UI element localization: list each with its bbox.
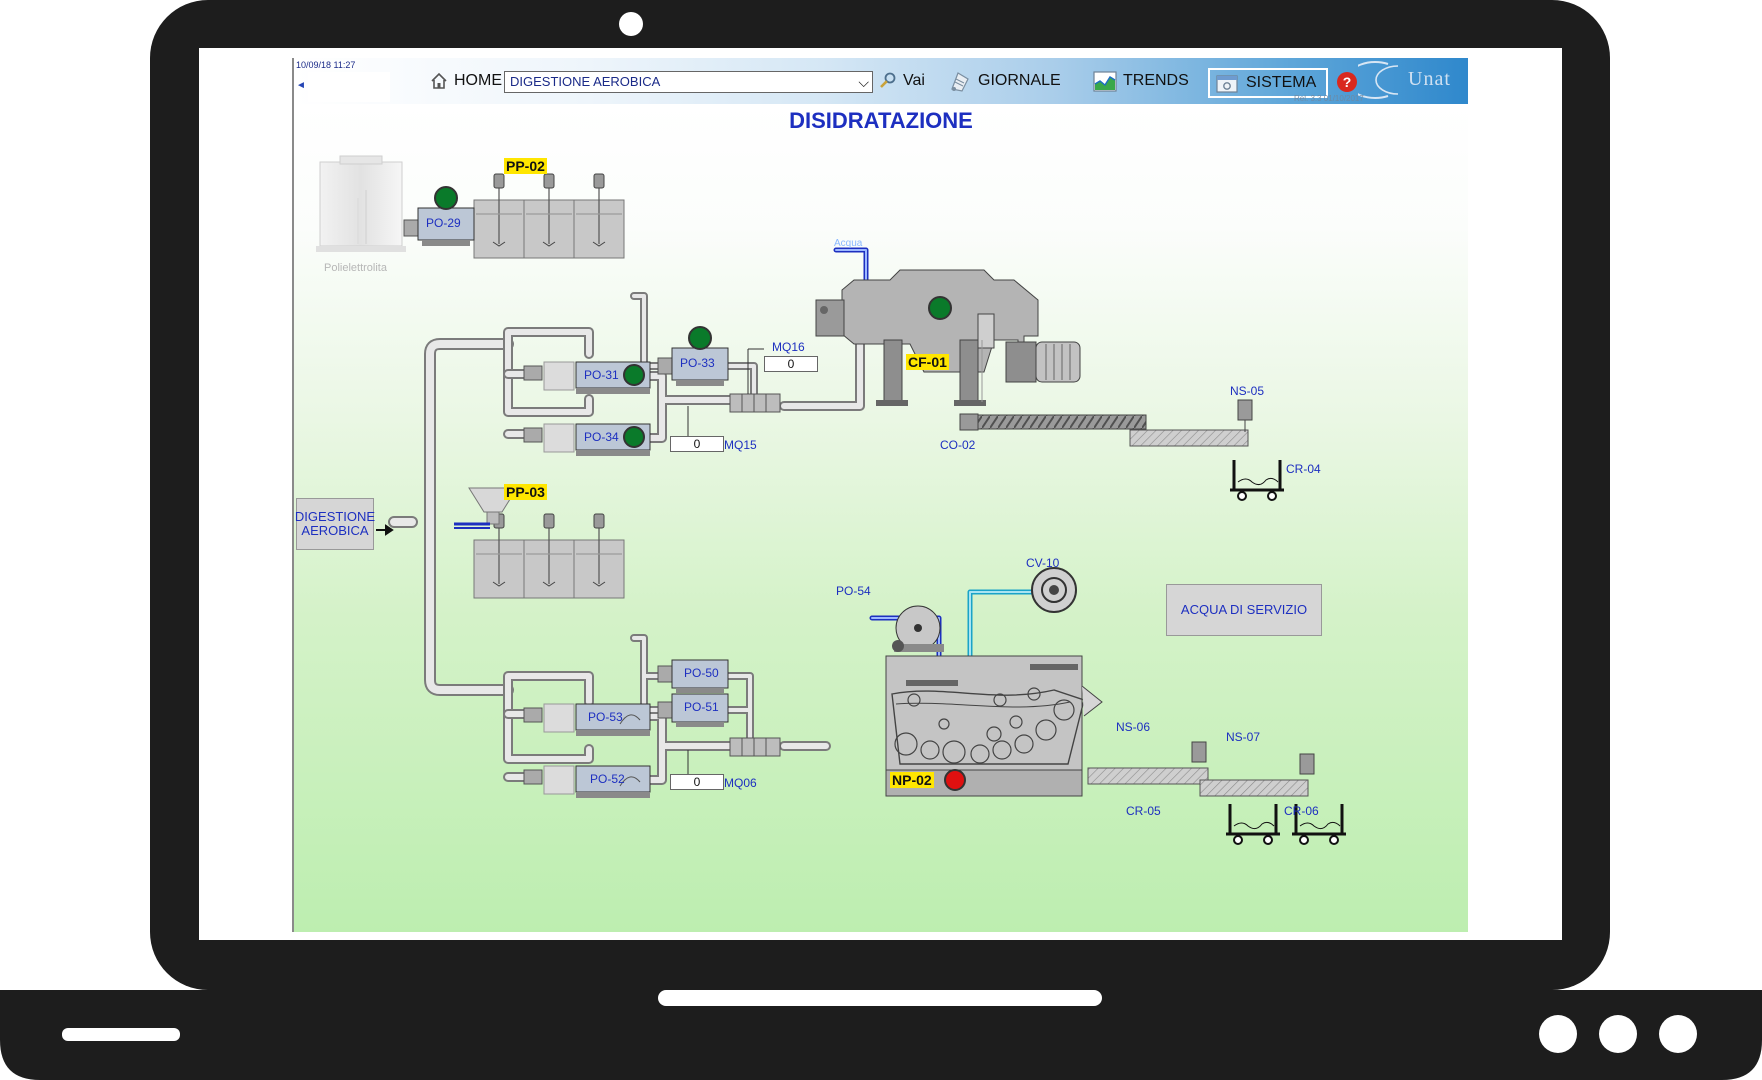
flowmeter-mq06-value: 0 (670, 774, 724, 790)
pump-po-31-label[interactable]: PO-31 (584, 368, 619, 382)
container-cr-05-label: CR-05 (1126, 804, 1161, 818)
prep-unit-pp-02 (473, 173, 625, 259)
webcam-icon (619, 12, 643, 36)
pump-po-53-label[interactable]: PO-53 (588, 710, 623, 724)
indicator-dot (1599, 1015, 1637, 1053)
screw-conveyor-ns-06 (1087, 741, 1209, 785)
pump-po-52 (523, 765, 651, 798)
go-label: Vai (903, 72, 925, 89)
date-time: 10/09/18 11:27 (296, 60, 356, 70)
screw-conveyor-ns-07 (1199, 753, 1315, 797)
version-label: Rel. 3.3 01/10/2017 (1294, 94, 1364, 103)
pump-po-50-label[interactable]: PO-50 (684, 666, 719, 680)
pump-po-52-label[interactable]: PO-52 (590, 772, 625, 786)
journal-icon (951, 72, 969, 92)
company-logo-text: Unat (1408, 68, 1451, 90)
container-cr-04-label: CR-04 (1286, 462, 1321, 476)
container-cr-06-label: CR-06 (1284, 804, 1319, 818)
pump-po-29-label[interactable]: PO-29 (426, 216, 461, 230)
pump-po-54-label[interactable]: PO-54 (836, 584, 871, 598)
home-icon (431, 72, 447, 89)
pump-po-34-label[interactable]: PO-34 (584, 430, 619, 444)
container-cr-04 (1230, 460, 1284, 501)
back-arrow-icon[interactable]: ◄ (296, 80, 306, 91)
prep-unit-pp-03 (454, 487, 625, 599)
flowmeter-mq16-value: 0 (764, 356, 818, 372)
chevron-down-icon: ⌵ (858, 74, 869, 90)
flowmeter-mq15-label: MQ15 (724, 438, 757, 452)
water-inlet-label: Acqua (834, 238, 863, 249)
screw-ns-06-label[interactable]: NS-06 (1116, 720, 1150, 734)
area-select-value: DIGESTIONE AEROBICA (510, 74, 661, 89)
polyelectrolyte-tank-label: Polielettrolita (324, 262, 387, 274)
inlet-arrow-icon (376, 524, 394, 536)
water-pipe (833, 247, 869, 283)
pump-po-54 (892, 605, 944, 652)
belt-press-np-02-tag[interactable]: NP-02 (890, 772, 934, 788)
container-cr-05 (1226, 804, 1280, 845)
prep-unit-pp-03-tag[interactable]: PP-03 (504, 484, 547, 500)
indicator-dot (1539, 1015, 1577, 1053)
scada-application: 10/09/18 11:27 ◄ HOME DIGESTIONE AEROBIC… (292, 58, 1468, 932)
static-mixer-line2 (729, 737, 781, 757)
screw-ns-05-label[interactable]: NS-05 (1230, 384, 1264, 398)
service-water-button[interactable]: ACQUA DI SERVIZIO (1166, 584, 1322, 636)
flowmeter-mq06-label: MQ06 (724, 776, 757, 790)
home-button[interactable]: HOME (430, 58, 502, 104)
centrifuge-cf-01-tag[interactable]: CF-01 (906, 354, 949, 370)
prep-unit-pp-02-tag[interactable]: PP-02 (504, 158, 547, 174)
user-panel (308, 72, 390, 102)
trend-chart-icon (1093, 71, 1117, 92)
conveyor-co-02-label[interactable]: CO-02 (940, 438, 975, 452)
static-mixer-line1 (729, 393, 781, 413)
fan-cv-10-label[interactable]: CV-10 (1026, 556, 1059, 570)
conveyor-co-02 (959, 413, 1147, 431)
digestione-aerobica-button[interactable]: DIGESTIONE AEROBICA (295, 498, 375, 550)
area-select[interactable]: DIGESTIONE AEROBICA ⌵ (504, 71, 873, 93)
page-title: DISIDRATAZIONE (789, 108, 973, 133)
indicator-dot (1659, 1015, 1697, 1053)
journal-label: GIORNALE (978, 72, 1061, 89)
trends-label: TRENDS (1123, 72, 1189, 89)
help-icon[interactable]: ? (1336, 71, 1358, 93)
svg-text:?: ? (1343, 74, 1352, 90)
home-label: HOME (454, 72, 502, 89)
screw-conveyor-ns-05 (1129, 399, 1253, 447)
flowmeter-mq16-label: MQ16 (772, 340, 805, 354)
system-window-icon (1216, 75, 1238, 93)
journal-button[interactable]: GIORNALE (948, 58, 1061, 104)
magnifier-icon (880, 72, 896, 88)
speaker-slot (62, 1028, 180, 1041)
flowmeter-mq15-value: 0 (670, 436, 724, 452)
pump-po-51-label[interactable]: PO-51 (684, 700, 719, 714)
trends-button[interactable]: TRENDS (1093, 58, 1189, 104)
screw-ns-07-label[interactable]: NS-07 (1226, 730, 1260, 744)
polyelectrolyte-tank (316, 155, 406, 252)
pump-po-33-label[interactable]: PO-33 (680, 356, 715, 370)
fan-cv-10 (1031, 567, 1077, 613)
laptop-screen: 10/09/18 11:27 ◄ HOME DIGESTIONE AEROBIC… (199, 48, 1562, 940)
go-button[interactable]: Vai (879, 58, 925, 104)
dewatering-synoptic: DISIDRATAZIONE Polielettrolita PP-02 PO-… (294, 104, 1468, 932)
system-label: SISTEMA (1246, 74, 1317, 91)
pump-po-53 (523, 703, 651, 736)
top-toolbar: 10/09/18 11:27 ◄ HOME DIGESTIONE AEROBIC… (294, 58, 1468, 104)
